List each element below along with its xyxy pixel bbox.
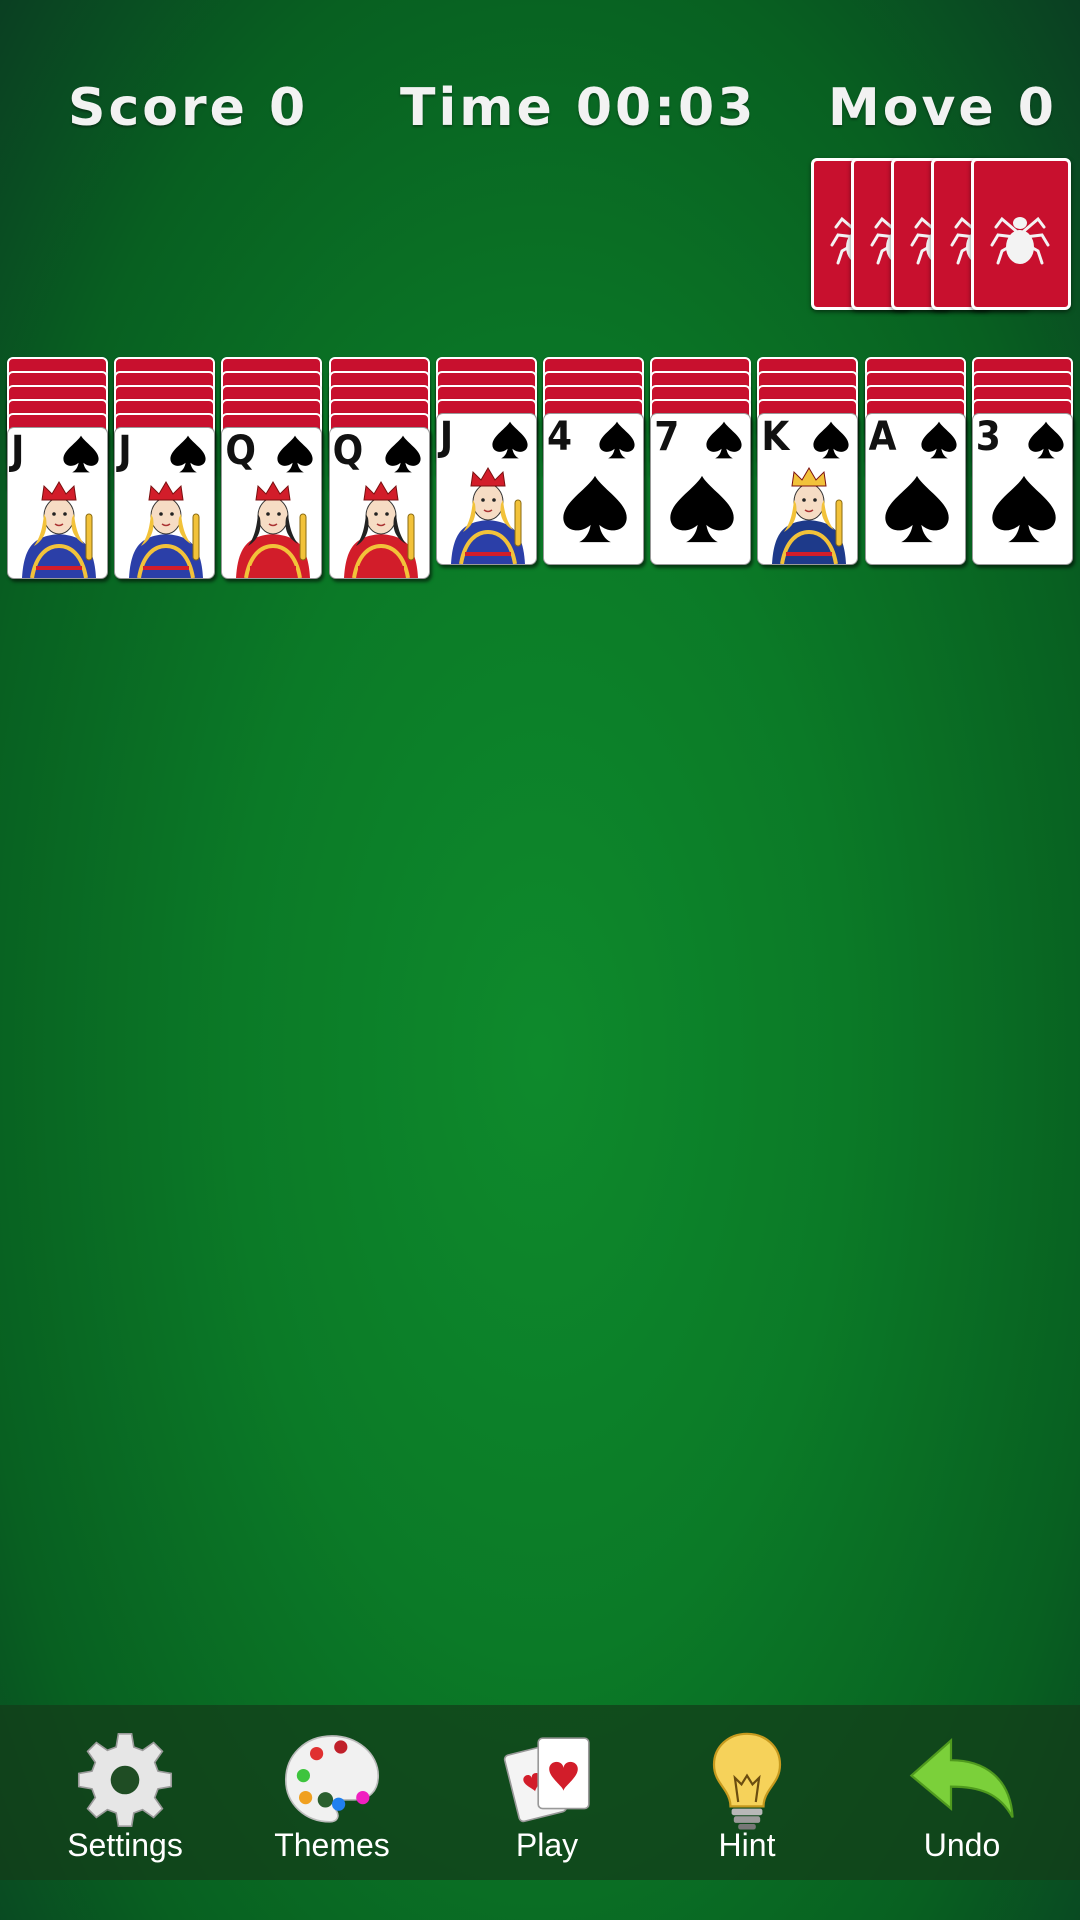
tableau-column[interactable]: J <box>435 357 537 587</box>
jack-icon <box>129 481 204 578</box>
spade-icon <box>384 435 421 473</box>
card-rank: J <box>118 428 132 474</box>
spade-icon <box>277 435 313 473</box>
playing-card[interactable]: J <box>114 427 216 579</box>
tableau-column[interactable]: 7 <box>650 357 752 587</box>
card-rank: Q <box>225 428 256 474</box>
play-button[interactable]: Play <box>467 1705 627 1880</box>
spade-icon <box>992 475 1056 543</box>
jack-icon <box>450 467 525 564</box>
score-label: Score 0 <box>68 78 309 138</box>
card-rank: J <box>11 428 25 474</box>
spade-icon <box>706 421 742 459</box>
playing-card[interactable]: Q <box>328 427 430 579</box>
settings-label: Settings <box>67 1827 183 1863</box>
bottom-toolbar: Settings Themes Play Hint Undo <box>0 1705 1080 1880</box>
playing-card[interactable]: Q <box>221 427 323 579</box>
queen-icon <box>343 481 418 578</box>
tableau-column[interactable]: 4 <box>543 357 644 587</box>
themes-label: Themes <box>274 1827 390 1863</box>
gear-icon <box>77 1732 173 1828</box>
undo-label: Undo <box>923 1827 1001 1863</box>
card-rank: 7 <box>654 414 680 460</box>
card-rank: 3 <box>975 414 1001 460</box>
spade-icon <box>670 475 734 543</box>
move-count-label: Move 0 <box>828 78 1057 138</box>
king-icon <box>772 467 847 564</box>
stock-card[interactable] <box>971 158 1071 310</box>
spider-icon <box>990 216 1050 265</box>
palette-icon <box>284 1735 380 1823</box>
hint-button[interactable]: Hint <box>667 1705 827 1880</box>
tableau-column[interactable]: K <box>757 357 859 587</box>
playing-card[interactable]: J <box>7 427 108 579</box>
settings-button[interactable]: Settings <box>45 1705 205 1880</box>
play-label: Play <box>515 1827 579 1863</box>
spade-icon <box>1028 421 1064 459</box>
jack-icon <box>22 481 96 578</box>
playing-card[interactable]: 7 <box>650 413 752 565</box>
tableau-column[interactable]: J <box>114 357 216 587</box>
playing-card[interactable]: K <box>757 413 859 565</box>
hint-label: Hint <box>718 1827 776 1863</box>
spade-icon <box>920 421 957 459</box>
time-label: Time 00:03 <box>400 78 757 138</box>
tableau-column[interactable]: 3 <box>971 357 1073 587</box>
playing-card[interactable]: J <box>435 413 537 565</box>
queen-icon <box>236 481 311 578</box>
playing-card[interactable]: A <box>864 413 966 565</box>
card-rank: K <box>761 414 790 460</box>
spade-icon <box>813 421 849 459</box>
tableau-column[interactable]: J <box>7 357 108 587</box>
spade-icon <box>170 435 206 473</box>
tableau-column[interactable]: Q <box>328 357 430 587</box>
lightbulb-icon <box>712 1732 782 1830</box>
themes-button[interactable]: Themes <box>252 1705 412 1880</box>
spade-icon <box>492 421 528 459</box>
cards-icon <box>503 1737 590 1823</box>
playing-card[interactable]: 3 <box>971 413 1073 565</box>
undo-button[interactable]: Undo <box>882 1705 1042 1880</box>
spade-icon <box>884 475 949 543</box>
card-rank: J <box>439 414 454 460</box>
spade-icon <box>599 421 635 459</box>
undo-arrow-icon <box>909 1737 1014 1818</box>
card-rank: A <box>868 414 897 460</box>
card-rank: 4 <box>547 414 573 460</box>
spade-icon <box>63 435 99 473</box>
card-rank: Q <box>332 428 364 474</box>
tableau-column[interactable]: Q <box>221 357 323 587</box>
spade-icon <box>563 475 627 543</box>
tableau-column[interactable]: A <box>864 357 966 587</box>
playing-card[interactable]: 4 <box>543 413 644 565</box>
